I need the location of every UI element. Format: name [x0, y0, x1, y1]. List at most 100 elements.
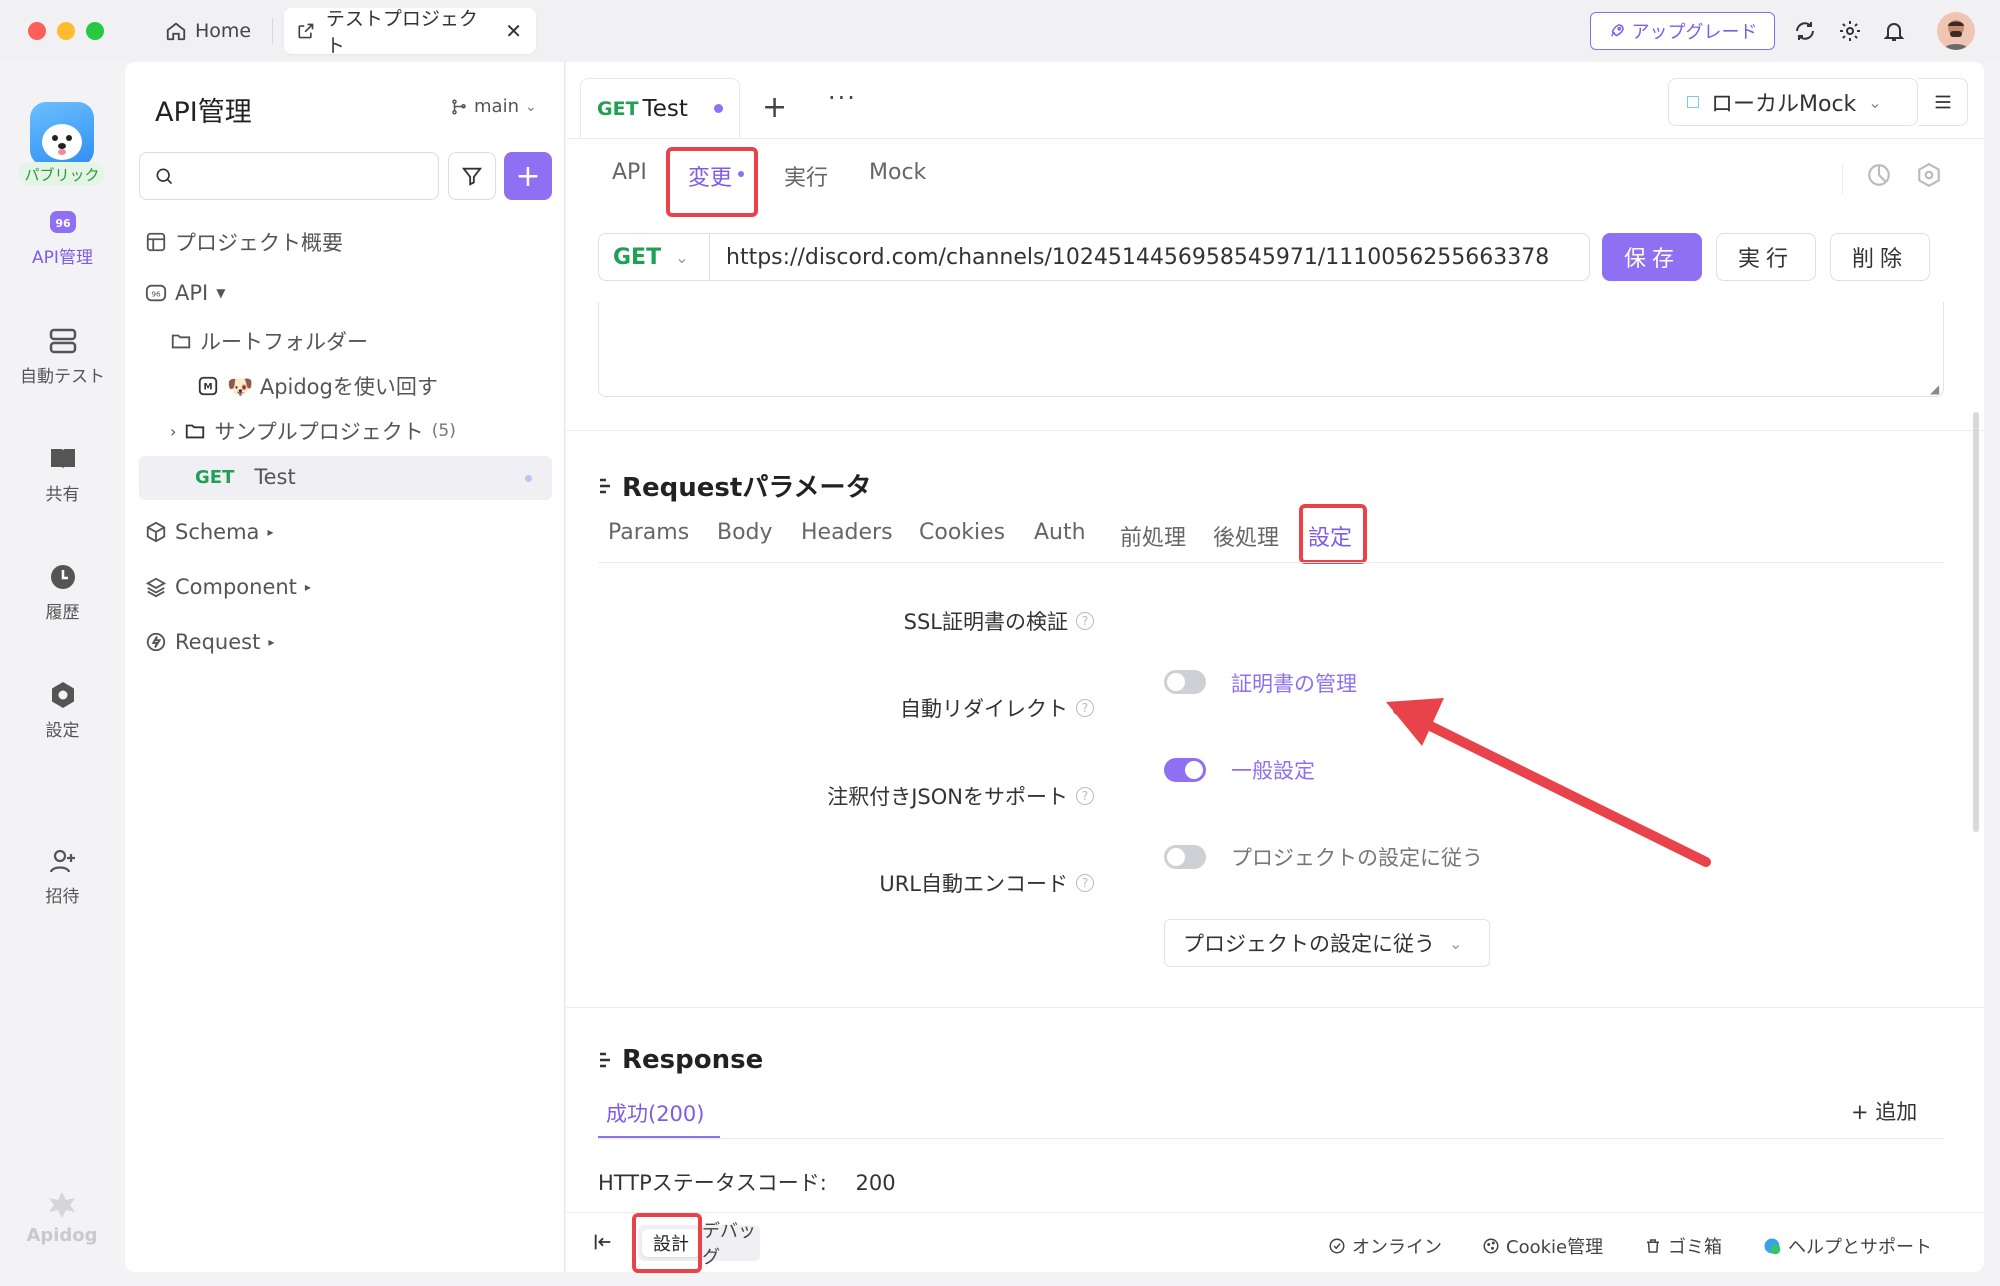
bell-icon[interactable] [1880, 17, 1908, 45]
tree-item-schema[interactable]: Schema ▸ [145, 520, 273, 544]
tree-item-sample-project[interactable]: › サンプルプロジェクト (5) [170, 416, 456, 446]
help-support[interactable]: ヘルプとサポート [1762, 1233, 1932, 1259]
highlight-box-settings-tab [1299, 504, 1367, 564]
add-item-button[interactable]: + [504, 152, 552, 200]
rail-item-settings[interactable]: 設定 [0, 680, 125, 741]
history-chart-icon[interactable] [1866, 162, 1892, 192]
debug-mode-button[interactable]: デバッグ [702, 1221, 758, 1268]
tree-item-doc[interactable]: M 🐶 Apidogを使い回す [197, 371, 438, 401]
check-circle-icon [1329, 1238, 1345, 1254]
tab-api[interactable]: API [612, 160, 647, 185]
rail-item-auto-test-label: 自動テスト [20, 367, 105, 387]
url-input[interactable]: https://discord.com/channels/10245144569… [710, 233, 1590, 281]
tree-item-overview[interactable]: プロジェクト概要 [145, 227, 343, 257]
rail-item-auto-test[interactable]: 自動テスト [0, 326, 125, 387]
minimize-window-button[interactable] [57, 22, 75, 40]
project-avatar[interactable] [30, 102, 94, 166]
tab-response-success[interactable]: 成功(200) [606, 1098, 704, 1128]
method-value: GET [613, 244, 662, 270]
run-button[interactable]: 実行 [1716, 233, 1816, 281]
tab-body[interactable]: Body [717, 520, 773, 545]
general-settings-link[interactable]: 一般設定 [1231, 755, 1315, 785]
trash-button[interactable]: ゴミ箱 [1644, 1233, 1722, 1259]
bottom-bar: 設計 デバッグ オンライン Cookie管理 ゴミ箱 ヘルプとサポート [566, 1212, 1984, 1273]
tree-item-component[interactable]: Component ▸ [145, 575, 311, 599]
cookie-manager[interactable]: Cookie管理 [1482, 1233, 1603, 1259]
chat-bubble-icon [1764, 1238, 1781, 1255]
method-select[interactable]: GET ⌄ [598, 233, 710, 281]
sync-icon[interactable] [1791, 17, 1819, 45]
rail-item-history-label: 履歴 [45, 603, 80, 623]
filter-button[interactable] [448, 152, 496, 200]
delete-button[interactable]: 削除 [1830, 233, 1930, 281]
tab-post-process[interactable]: 後処理 [1213, 520, 1279, 552]
online-status[interactable]: オンライン [1328, 1233, 1442, 1259]
tab-auth[interactable]: Auth [1034, 520, 1086, 545]
help-label: ヘルプとサポート [1788, 1237, 1932, 1258]
tab-params[interactable]: Params [608, 520, 689, 545]
search-box[interactable] [139, 152, 439, 200]
help-icon[interactable]: ? [1076, 699, 1094, 717]
tab-separator [272, 18, 273, 44]
close-tab-icon[interactable]: ✕ [505, 19, 522, 43]
project-tab[interactable]: テストプロジェクト ✕ [284, 8, 536, 57]
caret-right-icon: ▸ [304, 580, 311, 594]
certificate-manage-link[interactable]: 証明書の管理 [1231, 668, 1357, 698]
maximize-window-button[interactable] [86, 22, 104, 40]
public-badge: パブリック [19, 162, 105, 186]
tab-run[interactable]: 実行 [784, 160, 828, 192]
tree-item-root-folder[interactable]: ルートフォルダー [170, 326, 368, 356]
user-avatar[interactable] [1937, 12, 1975, 50]
help-icon[interactable]: ? [1076, 787, 1094, 805]
home-tab[interactable]: Home [165, 14, 251, 48]
tab-cookies[interactable]: Cookies [919, 520, 1005, 545]
scrollbar[interactable] [1973, 412, 1979, 832]
url-encode-select[interactable]: プロジェクトの設定に従う ⌄ [1164, 919, 1490, 967]
ssl-verify-toggle[interactable] [1164, 670, 1206, 694]
markdown-icon: M [198, 376, 218, 396]
rail-item-invite[interactable]: 招待 [0, 846, 125, 907]
save-button[interactable]: 保存 [1602, 233, 1702, 281]
menu-button[interactable] [1918, 78, 1968, 126]
tree-item-overview-label: プロジェクト概要 [175, 231, 343, 255]
rail-item-history[interactable]: 履歴 [0, 562, 125, 623]
sidebar-title: API管理 [155, 97, 252, 128]
help-icon[interactable]: ? [1076, 612, 1094, 630]
branch-selector[interactable]: main ⌄ [450, 96, 537, 117]
ssl-verify-label: SSL証明書の検証 ? [904, 606, 1094, 636]
tree-item-api[interactable]: 96 API ▼ [145, 281, 225, 305]
tab-headers[interactable]: Headers [801, 520, 893, 545]
collapse-sidebar-icon[interactable] [592, 1231, 614, 1253]
more-tabs-icon[interactable]: ··· [828, 84, 857, 112]
branch-icon [452, 99, 466, 114]
settings-hex-icon[interactable] [1916, 162, 1942, 192]
divider [566, 138, 1984, 139]
tree-item-request[interactable]: Request ▸ [145, 630, 274, 654]
upgrade-button[interactable]: アップグレード [1590, 12, 1775, 50]
doc-tab-test[interactable]: GET Test [580, 78, 740, 138]
tab-pre-process[interactable]: 前処理 [1120, 520, 1186, 552]
add-response-button[interactable]: + 追加 [1851, 1096, 1917, 1126]
home-icon [166, 22, 186, 41]
request-section-label: Requestパラメータ [622, 473, 872, 503]
close-window-button[interactable] [28, 22, 46, 40]
annotated-json-toggle[interactable] [1164, 845, 1206, 869]
rail-item-api[interactable]: 96 API管理 [0, 207, 125, 268]
tree-item-test[interactable]: GET Test [195, 465, 296, 489]
section-lines-icon [600, 1052, 610, 1068]
search-icon [156, 168, 173, 185]
test-stack-icon [49, 328, 76, 354]
new-tab-button[interactable]: + [762, 90, 787, 125]
rail-item-share-label: 共有 [45, 485, 80, 505]
auto-redirect-toggle[interactable] [1164, 758, 1206, 782]
tab-mock[interactable]: Mock [869, 160, 926, 185]
url-encode-label: URL自動エンコード ? [879, 868, 1094, 898]
unsaved-dot [525, 475, 532, 482]
environment-select[interactable]: ローカルMock ⌄ [1668, 78, 1918, 126]
help-icon[interactable]: ? [1076, 874, 1094, 892]
search-input[interactable] [184, 165, 424, 187]
rail-item-share[interactable]: 共有 [0, 444, 125, 505]
gear-icon[interactable] [1836, 17, 1864, 45]
description-textarea[interactable] [598, 302, 1944, 397]
svg-text:M: M [203, 382, 212, 393]
